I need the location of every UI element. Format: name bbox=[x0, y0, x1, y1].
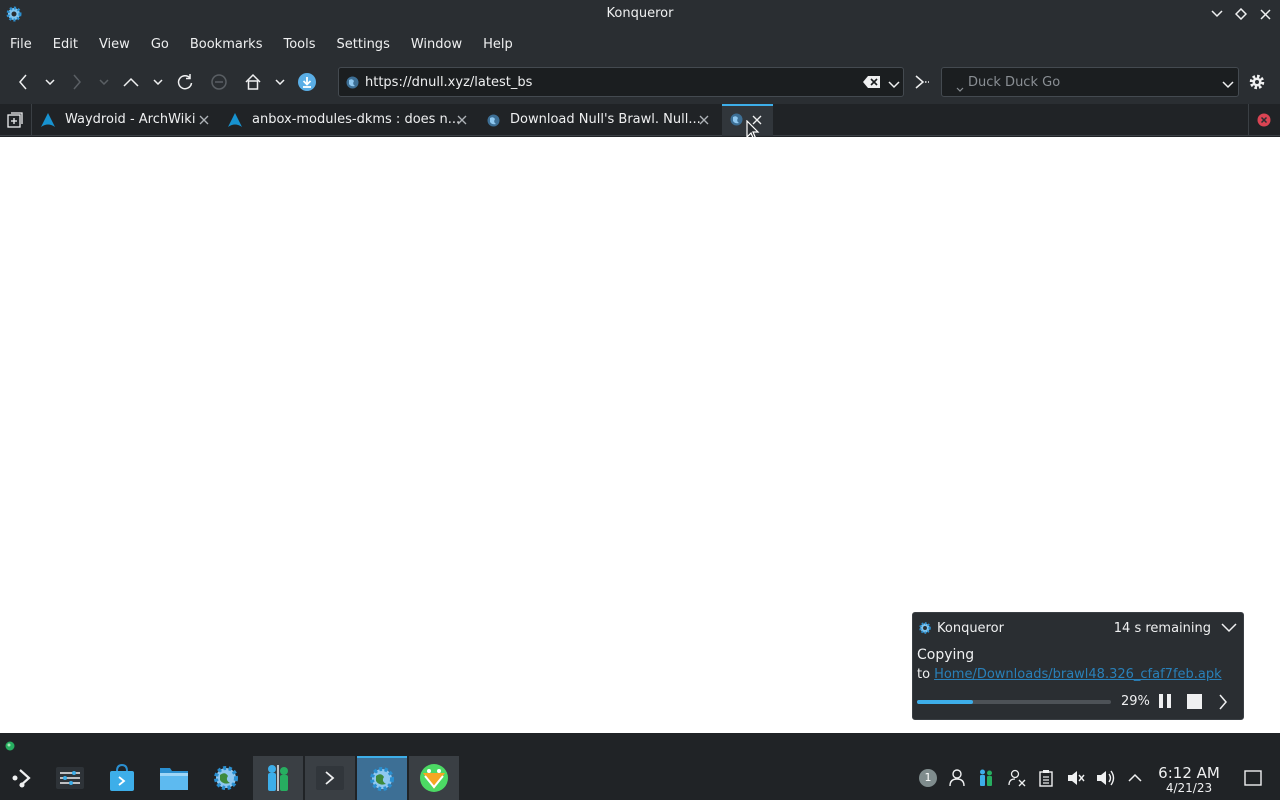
search-bar[interactable]: Duck Duck Go bbox=[941, 67, 1239, 97]
time-remaining: 14 s remaining bbox=[1113, 621, 1211, 636]
collapse-chevron-icon[interactable] bbox=[1221, 622, 1237, 633]
menu-tools[interactable]: Tools bbox=[283, 37, 315, 52]
menu-help[interactable]: Help bbox=[483, 37, 513, 52]
status-indicator-icon bbox=[5, 740, 15, 751]
mute-audio-icon[interactable] bbox=[1066, 768, 1086, 788]
url-input[interactable]: https://dnull.xyz/latest_bs bbox=[365, 75, 532, 90]
clear-url-icon[interactable] bbox=[863, 75, 881, 89]
user-icon[interactable] bbox=[947, 768, 967, 788]
details-chevron-icon[interactable] bbox=[1218, 694, 1228, 710]
clock-date[interactable]: 4/21/23 bbox=[1152, 781, 1226, 795]
system-settings-sliders-icon[interactable] bbox=[45, 756, 95, 800]
notification-title: Copying bbox=[917, 647, 975, 663]
terminal-icon[interactable] bbox=[305, 756, 355, 800]
konqueror-active-taskbar-icon[interactable] bbox=[357, 756, 407, 800]
forward-icon[interactable] bbox=[65, 70, 89, 94]
konqueror-gear-icon bbox=[918, 621, 932, 635]
menu-bookmarks[interactable]: Bookmarks bbox=[190, 37, 263, 52]
volume-icon[interactable] bbox=[1096, 768, 1116, 788]
minimize-icon[interactable] bbox=[1208, 5, 1226, 23]
kde-connect-people-icon[interactable] bbox=[253, 756, 303, 800]
menu-go[interactable]: Go bbox=[151, 37, 169, 52]
close-window-icon[interactable] bbox=[1256, 5, 1274, 23]
show-desktop-icon[interactable] bbox=[1243, 768, 1263, 788]
forward-history-chevron-icon[interactable] bbox=[92, 70, 116, 94]
tab-label: anbox-modules-dkms : does n... bbox=[252, 112, 461, 127]
tray-expand-icon[interactable] bbox=[1125, 768, 1145, 788]
close-tab-icon[interactable] bbox=[699, 114, 711, 126]
settings-gear-icon[interactable] bbox=[1245, 70, 1269, 94]
pause-icon[interactable] bbox=[1157, 693, 1173, 709]
globe-icon bbox=[730, 113, 743, 126]
destination-link[interactable]: Home/Downloads/brawl48.326_cfaf7feb.apk bbox=[934, 667, 1222, 682]
url-history-chevron-icon[interactable] bbox=[888, 78, 900, 89]
download-notification: Konqueror 14 s remaining Copying to Home/… bbox=[912, 612, 1244, 720]
download-progress-bar bbox=[917, 700, 1111, 704]
reload-icon[interactable] bbox=[173, 70, 197, 94]
notification-destination: to Home/Downloads/brawl48.326_cfaf7feb.ap… bbox=[917, 667, 1222, 682]
notification-count: 1 bbox=[924, 771, 932, 784]
go-arrow-icon[interactable] bbox=[910, 70, 934, 94]
title-bar: Konqueror bbox=[0, 0, 1280, 29]
close-current-tab-icon[interactable] bbox=[1257, 113, 1271, 127]
waydroid-icon[interactable] bbox=[409, 756, 459, 800]
clock-time[interactable]: 6:12 AM bbox=[1152, 764, 1226, 782]
menu-window[interactable]: Window bbox=[411, 37, 462, 52]
tab-bar: Waydroid - ArchWiki anbox-modules-dkms :… bbox=[0, 104, 1280, 136]
discover-store-icon[interactable] bbox=[97, 756, 147, 800]
destination-prefix: to bbox=[917, 667, 931, 682]
menu-bar: File Edit View Go Bookmarks Tools Settin… bbox=[0, 29, 1280, 60]
clipboard-icon[interactable] bbox=[1036, 768, 1056, 788]
up-icon[interactable] bbox=[119, 70, 143, 94]
window-title: Konqueror bbox=[606, 6, 674, 21]
new-tab-icon[interactable] bbox=[7, 112, 23, 128]
notification-app-name: Konqueror bbox=[937, 621, 1004, 636]
notification-count-icon[interactable]: 1 bbox=[918, 768, 938, 788]
archlinux-icon bbox=[41, 113, 55, 127]
menu-settings[interactable]: Settings bbox=[337, 37, 390, 52]
tab-anbox-modules-dkms[interactable]: anbox-modules-dkms : does n... bbox=[221, 106, 475, 134]
tab-divider bbox=[31, 104, 32, 136]
site-globe-icon bbox=[346, 76, 359, 89]
globe-icon bbox=[487, 114, 500, 127]
back-icon[interactable] bbox=[11, 70, 35, 94]
kde-connect-tray-icon[interactable] bbox=[976, 768, 996, 788]
archlinux-icon bbox=[228, 113, 242, 127]
menu-view[interactable]: View bbox=[99, 37, 130, 52]
maximize-icon[interactable] bbox=[1232, 5, 1250, 23]
tab-divider bbox=[1248, 104, 1249, 136]
tab-label: Download Null's Brawl. Null... bbox=[510, 112, 701, 127]
stop-download-icon[interactable] bbox=[1187, 694, 1202, 709]
search-engine-selector-icon[interactable] bbox=[956, 82, 964, 92]
file-manager-folder-icon[interactable] bbox=[149, 756, 199, 800]
back-history-chevron-icon[interactable] bbox=[38, 70, 62, 94]
download-percent: 29% bbox=[1121, 694, 1150, 709]
tab-download-nulls-brawl[interactable]: Download Null's Brawl. Null... bbox=[480, 106, 718, 134]
network-users-icon[interactable] bbox=[1007, 768, 1027, 788]
tab-waydroid-archwiki[interactable]: Waydroid - ArchWiki bbox=[34, 106, 217, 134]
url-bar[interactable]: https://dnull.xyz/latest_bs bbox=[338, 67, 904, 97]
menu-file[interactable]: File bbox=[10, 37, 32, 52]
home-icon[interactable] bbox=[241, 70, 265, 94]
tab-label: Waydroid - ArchWiki bbox=[65, 112, 196, 127]
konqueror-taskbar-icon[interactable] bbox=[201, 756, 251, 800]
application-launcher-icon[interactable] bbox=[0, 756, 44, 800]
search-input[interactable]: Duck Duck Go bbox=[968, 75, 1060, 90]
menu-edit[interactable]: Edit bbox=[53, 37, 78, 52]
close-tab-icon[interactable] bbox=[199, 114, 211, 126]
home-chevron-icon[interactable] bbox=[268, 70, 292, 94]
download-icon[interactable] bbox=[295, 70, 319, 94]
download-progress-fill bbox=[917, 700, 974, 704]
search-dropdown-chevron-icon[interactable] bbox=[1222, 78, 1234, 89]
up-chevron-icon[interactable] bbox=[146, 70, 170, 94]
close-tab-icon[interactable] bbox=[457, 114, 469, 126]
stop-icon[interactable] bbox=[207, 70, 231, 94]
